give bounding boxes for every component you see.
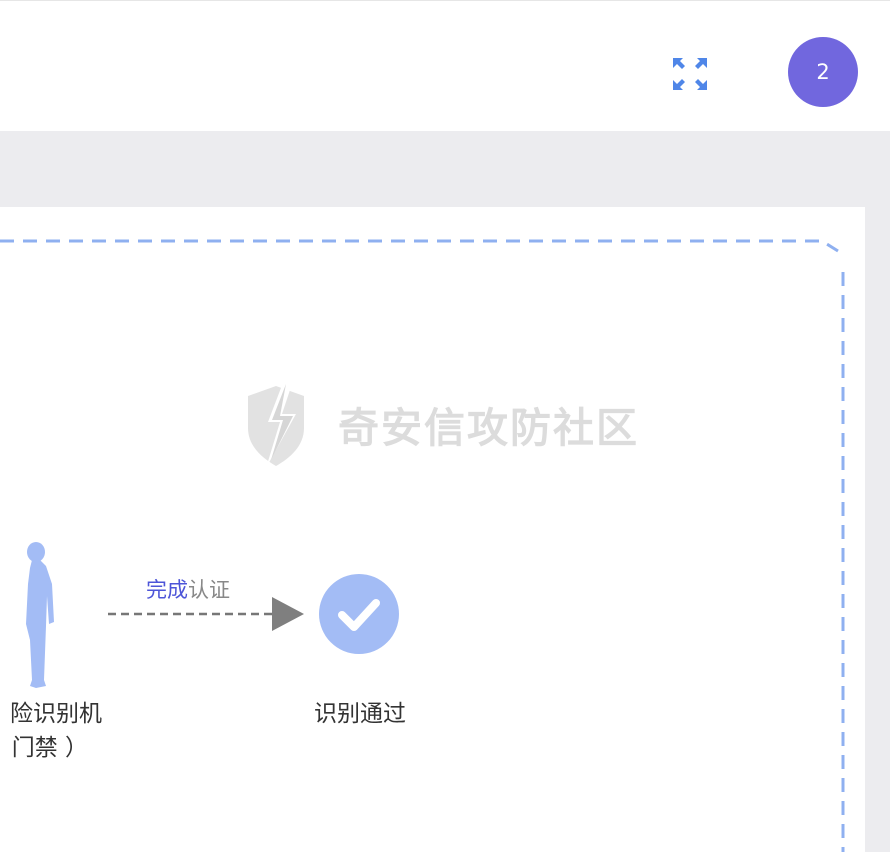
left-label-line1: 险识别机 (10, 701, 102, 727)
recognition-passed-label: 识别通过 (314, 701, 406, 727)
person-silhouette-icon (20, 540, 60, 694)
watermark-text: 奇安信攻防社区 (338, 404, 639, 452)
check-circle-icon (319, 574, 399, 654)
dashed-arrow (108, 597, 304, 631)
watermark: 奇安信攻防社区 (238, 378, 639, 470)
left-label-line2: 门禁 ） (11, 735, 88, 761)
shield-lightning-icon (248, 380, 304, 468)
face-recognition-door-label: 险识别机 门禁 ） (0, 697, 102, 765)
